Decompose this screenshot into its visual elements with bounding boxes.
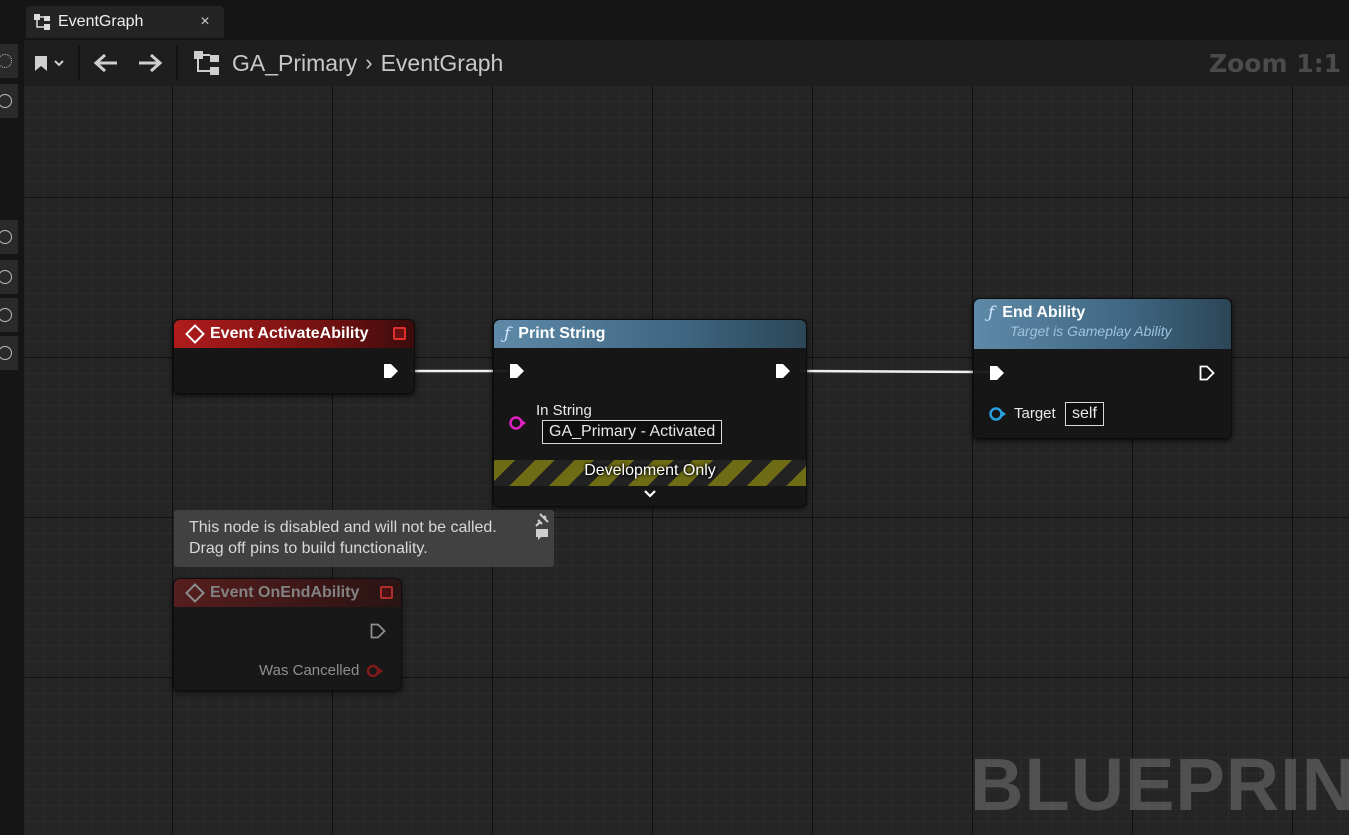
comment-line: This node is disabled and will not be ca… xyxy=(189,519,497,536)
tab-label: EventGraph xyxy=(58,13,144,30)
target-input[interactable]: self xyxy=(1065,402,1104,426)
breadcrumb-separator: › xyxy=(365,50,373,75)
arrow-right-icon xyxy=(139,53,163,73)
delegate-pin[interactable] xyxy=(380,586,393,599)
development-only-banner: Development Only xyxy=(494,460,806,506)
zoom-level: Zoom 1:1 xyxy=(1208,49,1341,78)
node-event-on-end-ability[interactable]: Event OnEndAbility Was Cancelled xyxy=(173,578,402,691)
breadcrumb-graph[interactable]: EventGraph xyxy=(381,50,504,77)
node-end-ability[interactable]: ƒ End Ability Target is Gameplay Ability… xyxy=(973,298,1232,439)
node-title: End Ability xyxy=(1002,304,1086,321)
pin-icon[interactable] xyxy=(535,513,549,527)
node-subtitle: Target is Gameplay Ability xyxy=(1010,323,1172,339)
panel-toggle-icon[interactable] xyxy=(0,220,18,254)
close-icon[interactable]: × xyxy=(196,13,214,31)
node-print-string[interactable]: ƒ Print String In String GA_Primary - Ac… xyxy=(493,319,807,507)
node-event-activate-ability[interactable]: Event ActivateAbility xyxy=(173,319,415,394)
event-icon xyxy=(185,583,205,603)
node-header: ƒ End Ability Target is Gameplay Ability xyxy=(974,299,1231,349)
blueprint-watermark: BLUEPRINT xyxy=(970,743,1349,826)
in-string-input[interactable]: GA_Primary - Activated xyxy=(542,420,723,444)
pin-label: In String xyxy=(536,402,592,419)
delegate-pin[interactable] xyxy=(393,327,406,340)
node-title: Event OnEndAbility xyxy=(210,584,360,601)
panel-toggle-icon[interactable] xyxy=(0,336,18,370)
graph-icon xyxy=(32,12,52,32)
comment-text: This node is disabled and will not be ca… xyxy=(189,517,497,559)
exec-out-pin[interactable] xyxy=(370,623,386,639)
panel-toggle-icon[interactable] xyxy=(0,298,18,332)
forward-button[interactable] xyxy=(128,40,172,86)
arrow-left-icon xyxy=(93,53,117,73)
expand-chevron-icon[interactable] xyxy=(494,486,806,502)
tab-eventgraph[interactable]: EventGraph × xyxy=(26,6,224,38)
exec-in-pin[interactable] xyxy=(989,365,1005,381)
node-title: Event ActivateAbility xyxy=(210,325,369,342)
object-pin[interactable] xyxy=(989,406,1009,422)
exec-out-pin[interactable] xyxy=(1199,365,1215,381)
pin-label: Was Cancelled xyxy=(259,662,360,679)
toolbar-divider xyxy=(176,46,178,80)
settings-icon[interactable] xyxy=(0,44,18,78)
comment-line: Drag off pins to build functionality. xyxy=(189,540,428,557)
left-panel-strip xyxy=(0,40,18,835)
panel-toggle-icon[interactable] xyxy=(0,84,18,118)
node-comment-bubble: This node is disabled and will not be ca… xyxy=(174,510,554,567)
bookmark-icon xyxy=(35,56,64,71)
event-icon xyxy=(185,324,205,344)
toolbar-divider xyxy=(78,46,80,80)
tab-bar: EventGraph × xyxy=(0,0,1349,40)
node-header: Event OnEndAbility xyxy=(174,579,401,607)
function-icon: ƒ xyxy=(988,303,995,323)
node-header: ƒ Print String xyxy=(494,320,806,348)
function-icon: ƒ xyxy=(504,324,511,344)
bool-pin[interactable] xyxy=(366,663,386,679)
node-header: Event ActivateAbility xyxy=(174,320,414,348)
breadcrumb-blueprint[interactable]: GA_Primary xyxy=(232,50,357,77)
graph-type-icon xyxy=(182,40,232,86)
comment-toggle-icon[interactable] xyxy=(535,528,549,540)
string-pin[interactable] xyxy=(509,415,529,431)
exec-out-pin[interactable] xyxy=(775,363,791,379)
bookmark-button[interactable] xyxy=(24,40,74,86)
pin-label: Target xyxy=(1014,405,1056,422)
graph-toolbar: GA_Primary › EventGraph Zoom 1:1 xyxy=(24,40,1349,86)
development-only-label: Development Only xyxy=(584,462,716,479)
node-title: Print String xyxy=(518,325,606,342)
panel-toggle-icon[interactable] xyxy=(0,260,18,294)
exec-in-pin[interactable] xyxy=(509,363,525,379)
exec-out-pin[interactable] xyxy=(383,363,399,379)
back-button[interactable] xyxy=(84,40,128,86)
